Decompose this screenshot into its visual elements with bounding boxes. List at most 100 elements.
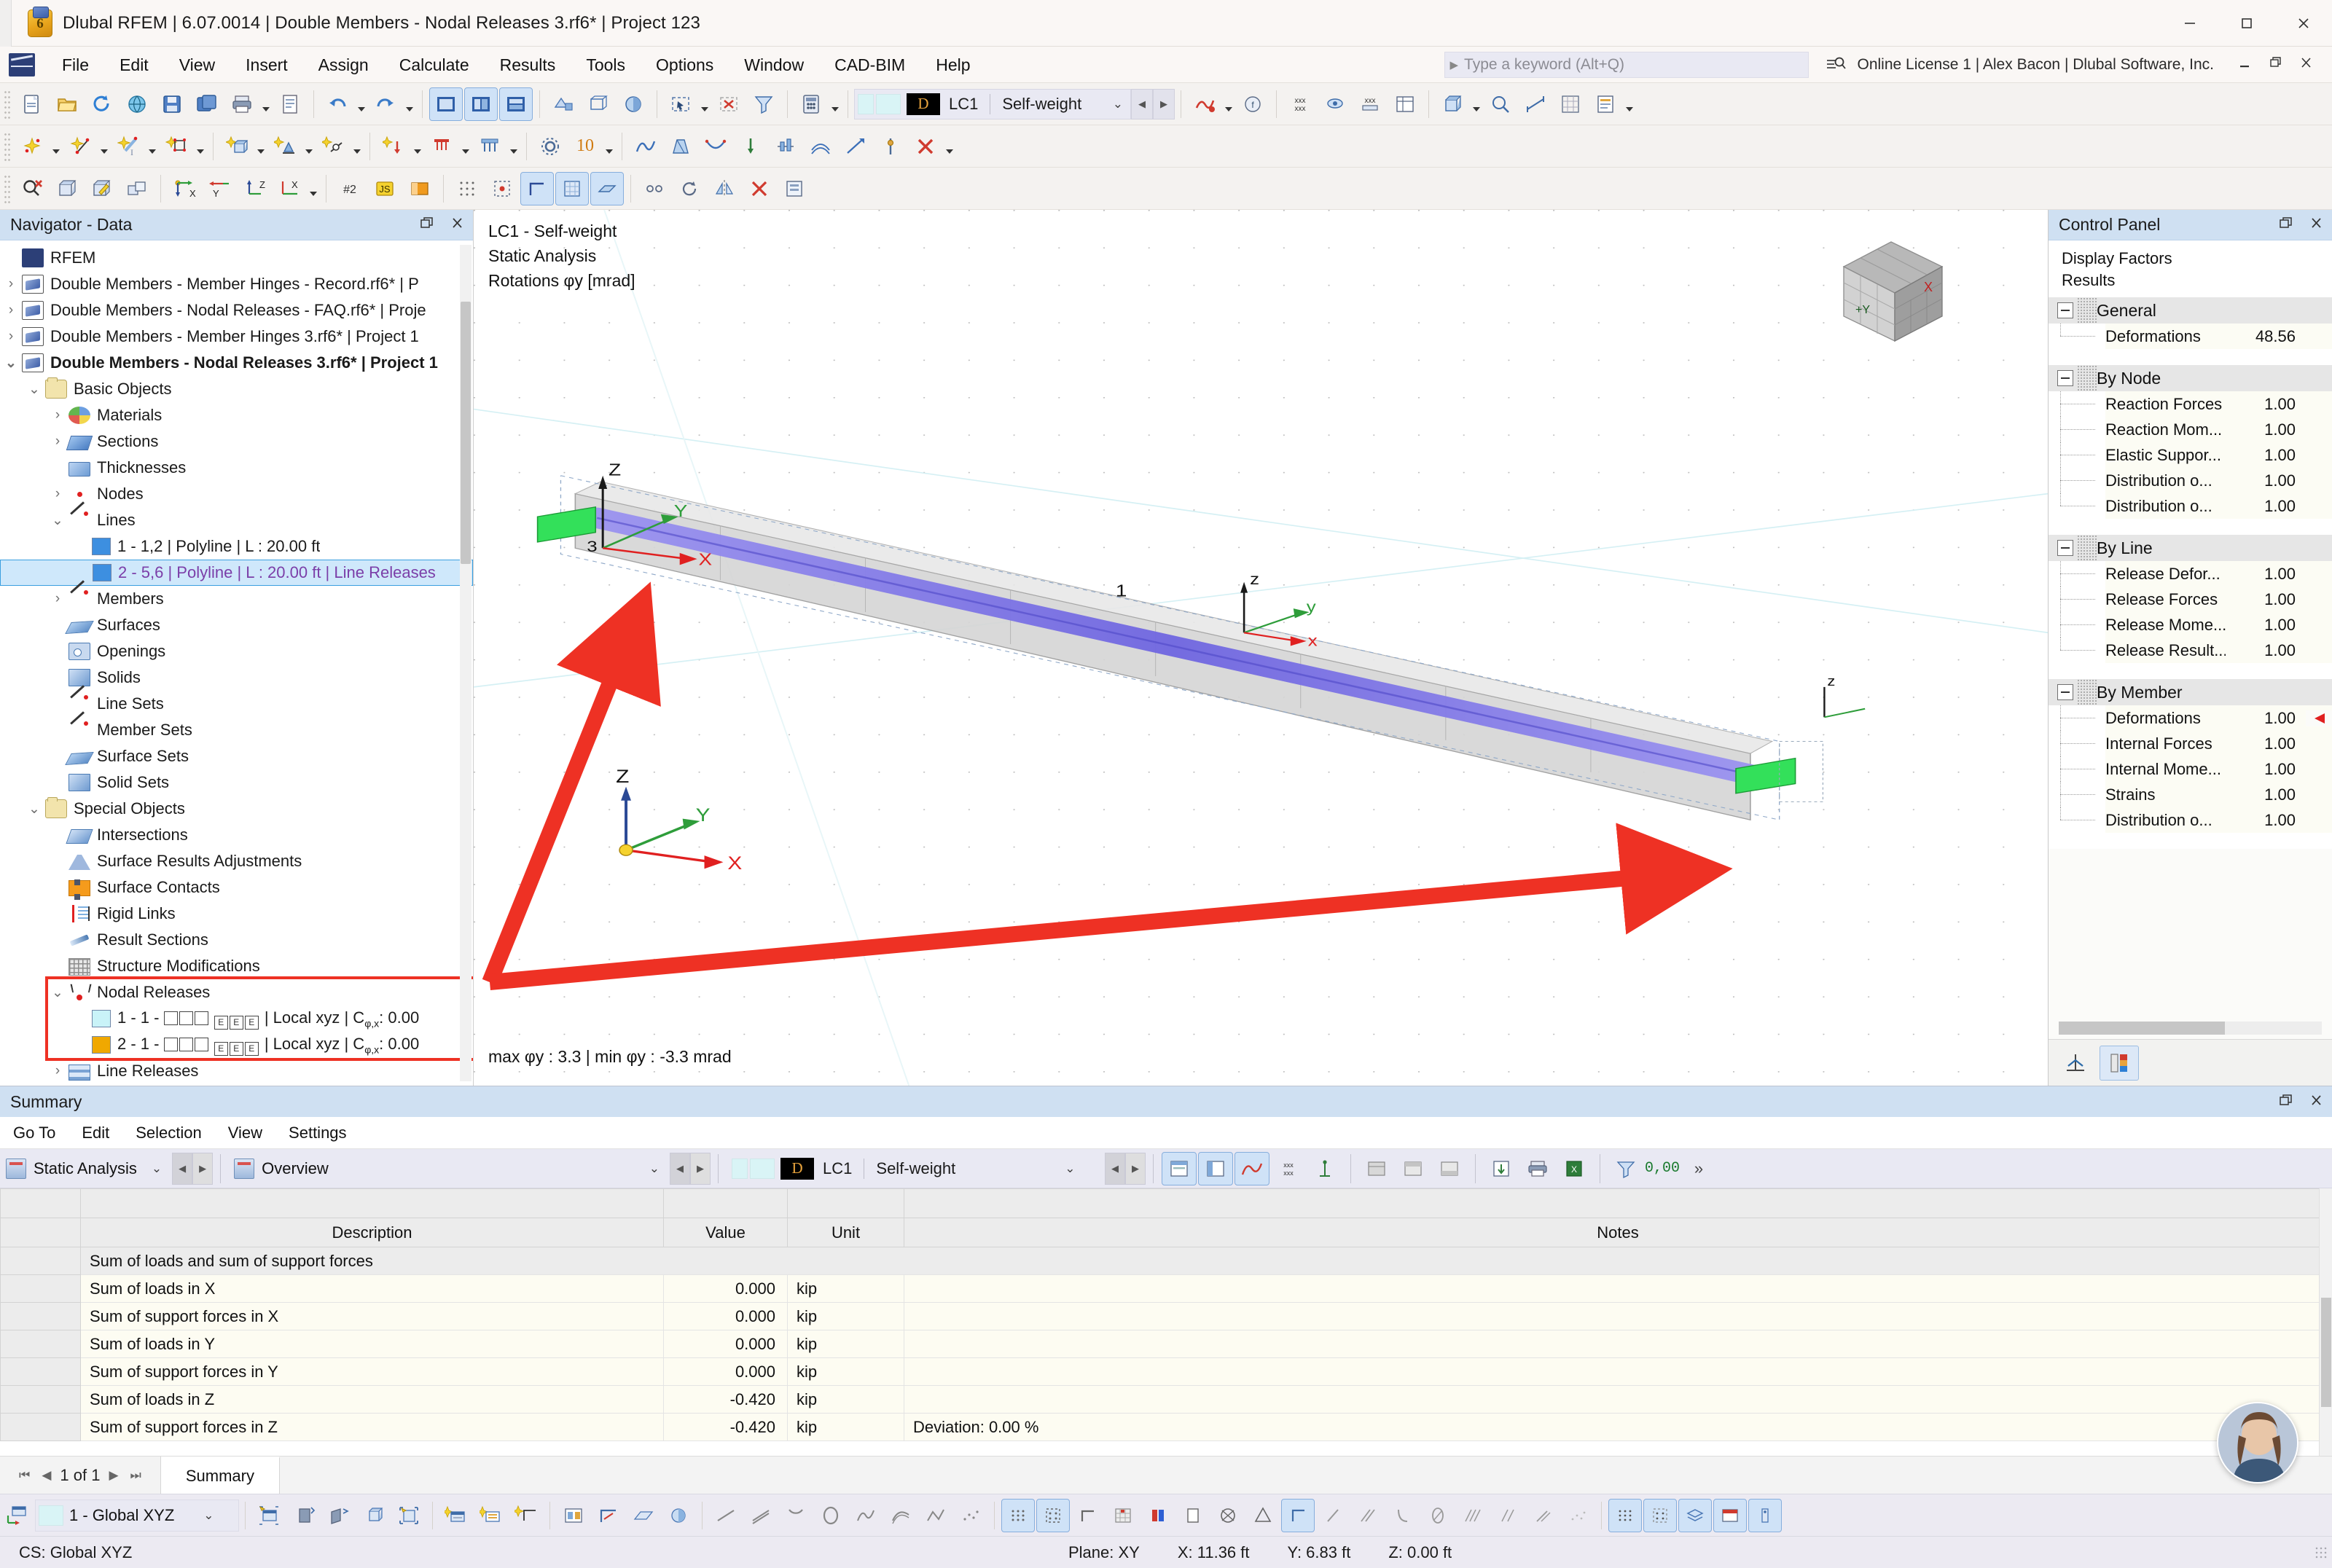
show-tables-button[interactable] xyxy=(1389,88,1421,120)
table-row[interactable]: Sum of loads in Z -0.420 kip xyxy=(0,1385,2332,1414)
load-case-combo[interactable]: D LC1 Self-weight ⌄ xyxy=(854,88,1131,119)
group-collapse-icon[interactable] xyxy=(2057,370,2073,386)
results-dropdown-caret[interactable] xyxy=(1222,88,1235,120)
edit-box-button[interactable] xyxy=(86,173,118,205)
new-node-caret[interactable] xyxy=(50,130,63,162)
tree-item-nodes[interactable]: › Nodes xyxy=(0,481,473,507)
ortho-toggle[interactable] xyxy=(1072,1500,1104,1532)
summary-toolbar-overflow-button[interactable]: » xyxy=(1682,1153,1715,1185)
tree-item-double-members-member-hinges-3-rf6-proje[interactable]: › Double Members - Member Hinges 3.rf6* |… xyxy=(0,324,473,350)
view-cube-button[interactable] xyxy=(1436,88,1468,120)
visibility-new-button[interactable] xyxy=(253,1500,285,1532)
pager-first-button[interactable]: ⏮ xyxy=(16,1468,33,1483)
polyline-button[interactable] xyxy=(920,1500,952,1532)
clear-results-button[interactable] xyxy=(909,130,942,162)
tree-item-surface-sets[interactable]: Surface Sets xyxy=(0,743,473,769)
multi-slope-button[interactable] xyxy=(1457,1500,1489,1532)
control-panel-row-reaction-mom[interactable]: Reaction Mom... 1.00 xyxy=(2049,417,2332,442)
new-surface-caret[interactable] xyxy=(194,130,207,162)
menu-item-file[interactable]: File xyxy=(47,47,104,83)
menu-item-results[interactable]: Results xyxy=(485,47,571,83)
new-node-button[interactable] xyxy=(16,130,48,162)
new-solid-button[interactable] xyxy=(221,130,253,162)
summary-menu-selection[interactable]: Selection xyxy=(122,1117,215,1149)
summary-close-button[interactable] xyxy=(2309,1092,2325,1112)
summary-tab[interactable]: Summary xyxy=(160,1457,280,1494)
navigator-float-button[interactable] xyxy=(419,215,435,235)
tree-item-basic-objects[interactable]: ⌄ Basic Objects xyxy=(0,376,473,402)
control-panel-row-deformations[interactable]: Deformations 1.00 xyxy=(2049,705,2332,731)
menu-item-edit[interactable]: Edit xyxy=(104,47,164,83)
curve-ellipse-button[interactable] xyxy=(1422,1500,1454,1532)
chevron-right-icon[interactable]: › xyxy=(0,329,22,345)
toolbar-grip[interactable] xyxy=(4,89,11,119)
tree-item-result-sections[interactable]: Result Sections xyxy=(0,927,473,953)
line-style-double-button[interactable] xyxy=(745,1500,777,1532)
new-line-caret[interactable] xyxy=(98,130,111,162)
tree-item-root[interactable]: RFEM xyxy=(0,245,473,271)
maximize-button[interactable] xyxy=(2218,0,2275,47)
tree-item-line-sets[interactable]: Line Sets xyxy=(0,691,473,717)
visibility-delete-button[interactable] xyxy=(288,1500,320,1532)
tree-item-double-members-member-hinges-record-rf6-[interactable]: › Double Members - Member Hinges - Record… xyxy=(0,271,473,297)
column-header-notes[interactable]: Notes xyxy=(904,1218,2332,1247)
result-values-button[interactable]: f xyxy=(1237,88,1269,120)
chevron-down-icon[interactable]: ⌄ xyxy=(23,801,45,818)
load-case-prev-button[interactable]: ◀ xyxy=(1131,88,1153,119)
row-value[interactable]: 48.56 xyxy=(2226,327,2306,346)
deformation-button[interactable] xyxy=(700,130,732,162)
control-panel-legend-tab[interactable] xyxy=(2100,1045,2139,1081)
new-surface-load-button[interactable] xyxy=(474,130,506,162)
summary-lc-chevron-down-icon[interactable]: ⌄ xyxy=(1065,1161,1075,1176)
print-preview-button[interactable] xyxy=(274,88,306,120)
rotate-object-button[interactable] xyxy=(673,173,705,205)
group-collapse-icon[interactable] xyxy=(2057,684,2073,700)
tree-item-lines[interactable]: ⌄ Lines xyxy=(0,507,473,533)
control-panel-row-reaction-forces[interactable]: Reaction Forces 1.00 xyxy=(2049,391,2332,417)
line-style-solid-button[interactable] xyxy=(710,1500,742,1532)
row-value[interactable]: 1.00 xyxy=(2226,734,2306,753)
summary-lc-prev-button[interactable]: ◀ xyxy=(1105,1152,1126,1185)
model-view-button[interactable] xyxy=(121,88,153,120)
dots-grid-b-button[interactable] xyxy=(1643,1498,1677,1532)
row-value[interactable]: 1.00 xyxy=(2226,420,2306,439)
keyword-search-input[interactable]: ▶ Type a keyword (Alt+Q) xyxy=(1444,51,1809,78)
menu-item-insert[interactable]: Insert xyxy=(230,47,303,83)
control-panel-close-button[interactable] xyxy=(2309,215,2325,235)
row-value[interactable]: 1.00 xyxy=(2226,760,2306,779)
clear-results-caret[interactable] xyxy=(943,130,956,162)
grid-button[interactable] xyxy=(1554,88,1586,120)
stress-button[interactable] xyxy=(665,130,697,162)
control-panel-row-elastic-suppor[interactable]: Elastic Suppor... 1.00 xyxy=(2049,442,2332,468)
new-visibility-group-button[interactable] xyxy=(475,1500,507,1532)
tree-item-surface-releases[interactable]: Surface Releases xyxy=(0,1084,473,1086)
control-panel-row-distribution-o[interactable]: Distribution o... 1.00 xyxy=(2049,807,2332,833)
row-value[interactable]: 1.00 xyxy=(2226,709,2306,728)
ortho-mode-button[interactable] xyxy=(520,171,554,205)
row-value[interactable]: 1.00 xyxy=(2226,446,2306,465)
analysis-type-combo[interactable]: Static Analysis ⌄ xyxy=(0,1153,172,1185)
visibility-box-button[interactable] xyxy=(358,1500,390,1532)
support-reaction-button[interactable] xyxy=(735,130,767,162)
tree-item-1-1-2-polyline-l-20-00-ft[interactable]: 1 - 1,2 | Polyline | L : 20.00 ft xyxy=(0,533,473,560)
visibility-section-button[interactable] xyxy=(323,1500,355,1532)
new-solid-caret[interactable] xyxy=(254,130,267,162)
menu-item-help[interactable]: Help xyxy=(920,47,985,83)
undo-button[interactable] xyxy=(321,88,353,120)
scatter-points-button[interactable] xyxy=(1562,1500,1594,1532)
display-props-button[interactable] xyxy=(557,1500,590,1532)
results-on-off-button[interactable] xyxy=(1189,88,1221,120)
render-setting-button[interactable] xyxy=(662,1500,694,1532)
new-hinge-caret[interactable] xyxy=(351,130,364,162)
show-numbering-table-button[interactable]: xxx xxx xyxy=(1272,1153,1305,1185)
structure-tree-button[interactable] xyxy=(1308,1153,1342,1185)
summary-float-button[interactable] xyxy=(2278,1092,2294,1112)
freeze-columns-button[interactable] xyxy=(1198,1151,1234,1185)
grid-visible-button[interactable] xyxy=(555,171,589,205)
menu-item-window[interactable]: Window xyxy=(729,47,819,83)
tree-item-line-releases[interactable]: › Line Releases xyxy=(0,1058,473,1084)
render-wireframe-button[interactable] xyxy=(582,88,614,120)
tree-item-member-sets[interactable]: Member Sets xyxy=(0,717,473,743)
column-header-unit[interactable]: Unit xyxy=(787,1218,904,1247)
control-panel-group-general[interactable]: General xyxy=(2049,297,2332,324)
